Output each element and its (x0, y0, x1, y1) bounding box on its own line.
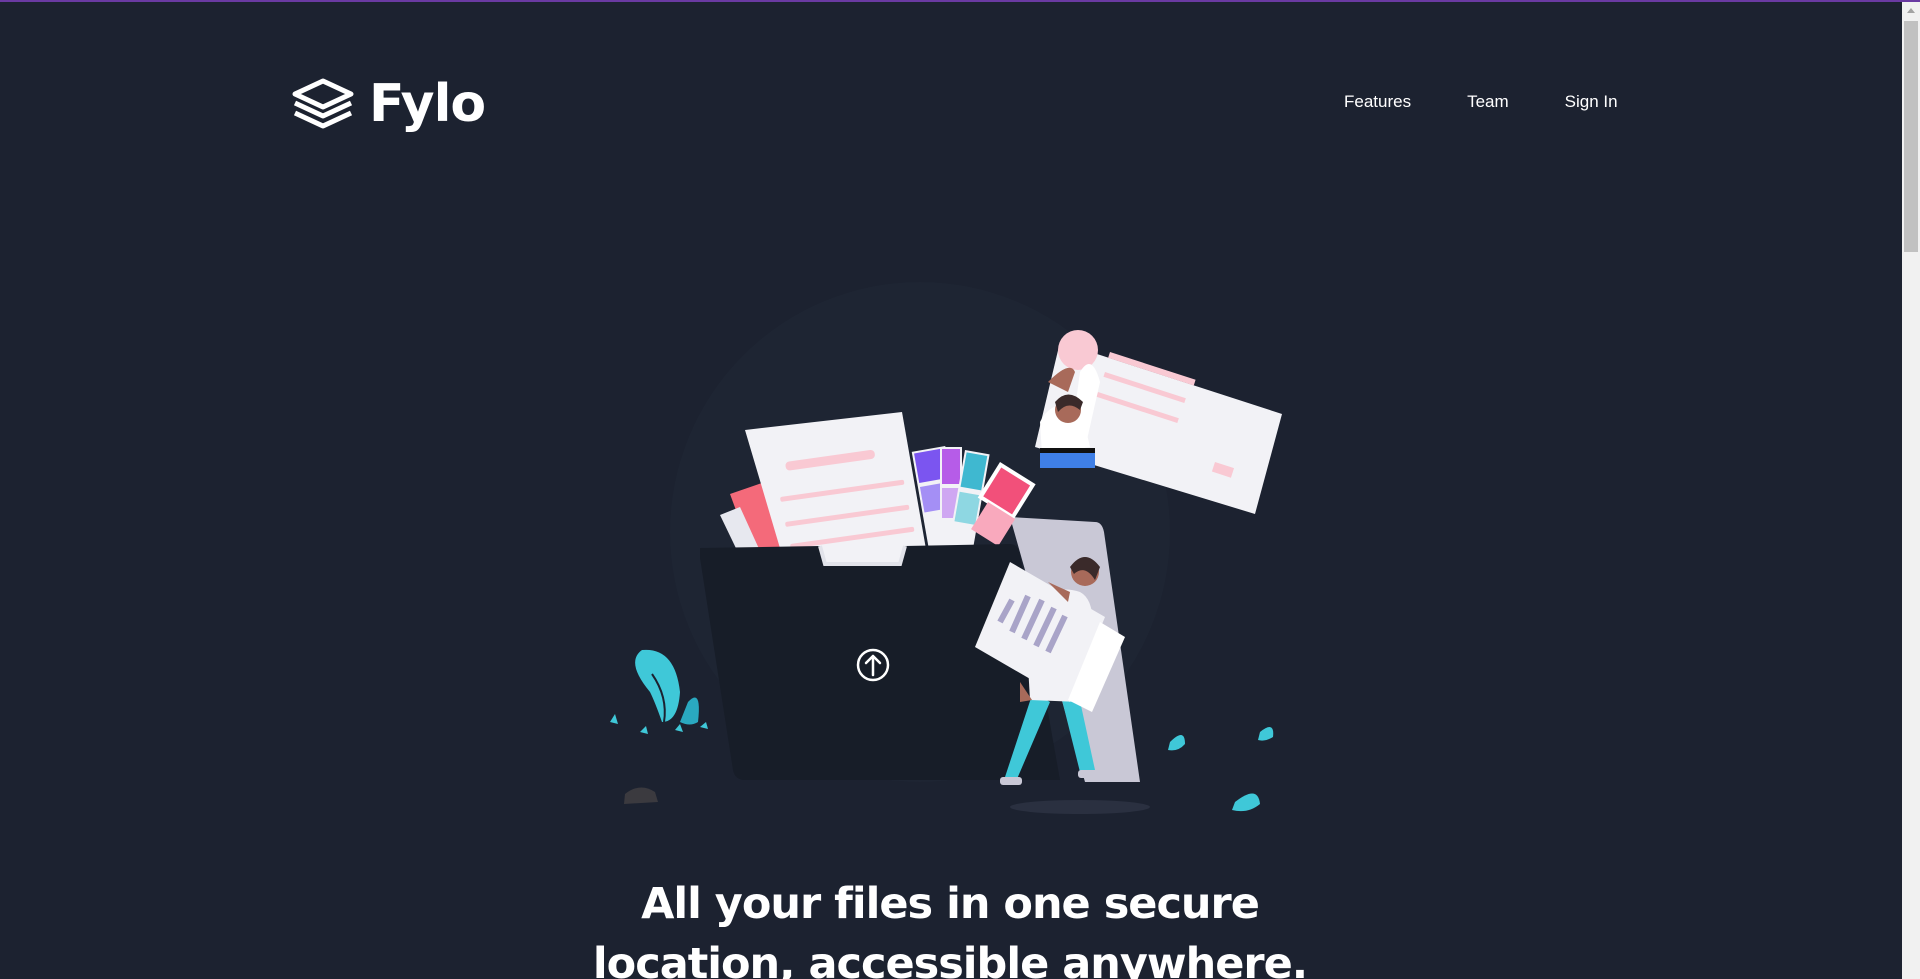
stacked-layers-icon (292, 78, 354, 129)
hero-illustration (610, 282, 1282, 814)
scroll-up-arrow-icon[interactable] (1902, 2, 1920, 19)
scrollbar-thumb[interactable] (1904, 21, 1918, 252)
nav-link-sign-in[interactable]: Sign In (1565, 92, 1618, 112)
logo-wordmark: Fylo (369, 74, 486, 134)
site-logo[interactable]: Fylo (291, 74, 486, 134)
main-nav: Features Team Sign In (1344, 92, 1618, 112)
nav-link-features[interactable]: Features (1344, 92, 1411, 112)
landing-page: Fylo Features Team Sign In All your file… (0, 2, 1902, 979)
nav-link-team[interactable]: Team (1467, 92, 1509, 112)
vertical-scrollbar[interactable] (1902, 2, 1920, 979)
hero-headline: All your files in one secure location, a… (592, 879, 1308, 979)
